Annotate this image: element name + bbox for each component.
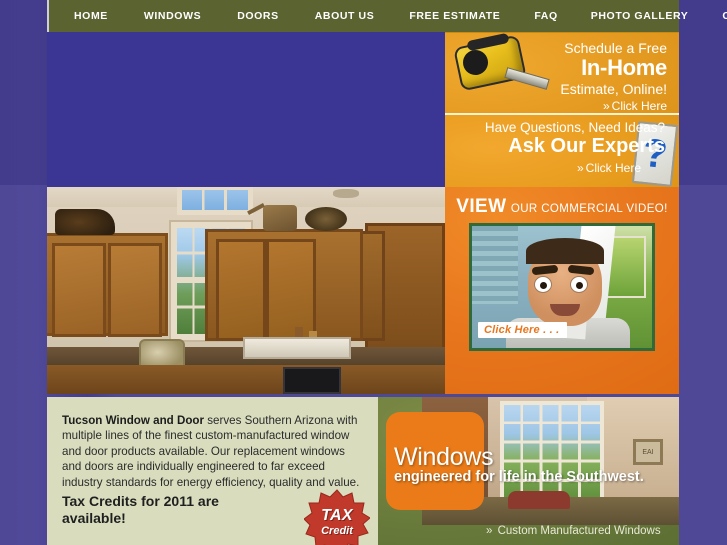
nav-item-doors[interactable]: DOORS <box>235 10 281 22</box>
middle-content-band: VIEW OUR COMMERCIAL VIDEO! Click Here . … <box>47 187 679 397</box>
tax-credit-callout: Tax Credits for 2011 are available! TAX … <box>62 489 370 545</box>
windows-promo-subtitle: engineered for life in the Southwest. <box>394 469 644 485</box>
promo-estimate-cta[interactable]: » Click Here <box>603 99 667 113</box>
windows-promo-bullet-label: Custom Manufactured Windows <box>497 525 661 537</box>
room-window <box>500 401 604 505</box>
video-promo-heading: VIEW OUR COMMERCIAL VIDEO! <box>445 196 679 218</box>
promo-estimate-line2: In-Home <box>581 55 667 80</box>
kitchen-hero-image <box>47 187 445 394</box>
top-content-band: Schedule a Free In-Home Estimate, Online… <box>47 32 679 187</box>
promo-windows-southwest[interactable]: Windows engineered for life in the South… <box>378 397 679 545</box>
banner-placeholder-area <box>47 32 445 187</box>
page-wrapper: HOME WINDOWS DOORS ABOUT US FREE ESTIMAT… <box>0 0 727 545</box>
chevron-right-icon: » <box>576 161 584 175</box>
promo-estimate-line3: Estimate, Online! <box>560 81 667 97</box>
bottom-content-band: Tucson Window and Door serves Southern A… <box>47 397 679 545</box>
company-description: Tucson Window and Door serves Southern A… <box>62 413 362 490</box>
nav-item-home[interactable]: HOME <box>72 10 110 22</box>
tape-measure-icon <box>453 32 550 103</box>
company-name: Tucson Window and Door <box>62 414 205 427</box>
badge-line-2: Credit <box>321 524 353 537</box>
nav-item-photo-gallery[interactable]: PHOTO GALLERY <box>589 10 691 22</box>
wall-picture-frame <box>633 439 663 465</box>
promo-in-home-estimate[interactable]: Schedule a Free In-Home Estimate, Online… <box>445 32 679 113</box>
promo-experts-cta[interactable]: » Click Here <box>577 161 641 175</box>
video-click-here-button[interactable]: Click Here . . . <box>478 322 568 338</box>
promo-estimate-line1: Schedule a Free <box>564 40 667 56</box>
tax-credit-heading: Tax Credits for 2011 are available! <box>62 493 219 526</box>
chevron-right-icon: » <box>602 99 610 113</box>
nav-item-free-estimate[interactable]: FREE ESTIMATE <box>407 10 502 22</box>
main-navigation: HOME WINDOWS DOORS ABOUT US FREE ESTIMAT… <box>47 0 727 32</box>
badge-line-1: TAX <box>321 506 353 524</box>
chevron-right-icon: » <box>486 525 493 537</box>
tax-credit-badge-icon: TAX Credit <box>304 489 370 545</box>
windows-promo-title: Windows <box>394 443 494 471</box>
promo-sidebar: Schedule a Free In-Home Estimate, Online… <box>445 32 679 187</box>
windows-promo-bullet[interactable]: » Custom Manufactured Windows <box>486 525 661 537</box>
video-promo-heading-rest: OUR COMMERCIAL VIDEO! <box>510 203 668 215</box>
promo-experts-cta-label: Click Here <box>585 161 641 175</box>
nav-item-about-us[interactable]: ABOUT US <box>313 10 377 22</box>
nav-item-contact-us[interactable]: CONTACT US <box>720 10 727 22</box>
promo-estimate-cta-label: Click Here <box>611 99 667 113</box>
promo-ask-experts[interactable]: ? Have Questions, Need Ideas? Ask Our Ex… <box>445 113 679 187</box>
promo-commercial-video[interactable]: VIEW OUR COMMERCIAL VIDEO! Click Here . … <box>445 187 679 394</box>
nav-item-windows[interactable]: WINDOWS <box>142 10 203 22</box>
promo-experts-line2: Ask Our Experts <box>508 135 665 157</box>
video-thumbnail[interactable]: Click Here . . . <box>469 223 655 351</box>
video-promo-heading-strong: VIEW <box>456 196 507 217</box>
promo-experts-line1: Have Questions, Need Ideas? <box>484 120 665 135</box>
company-info-panel: Tucson Window and Door serves Southern A… <box>47 397 378 545</box>
nav-item-faq[interactable]: FAQ <box>532 10 559 22</box>
